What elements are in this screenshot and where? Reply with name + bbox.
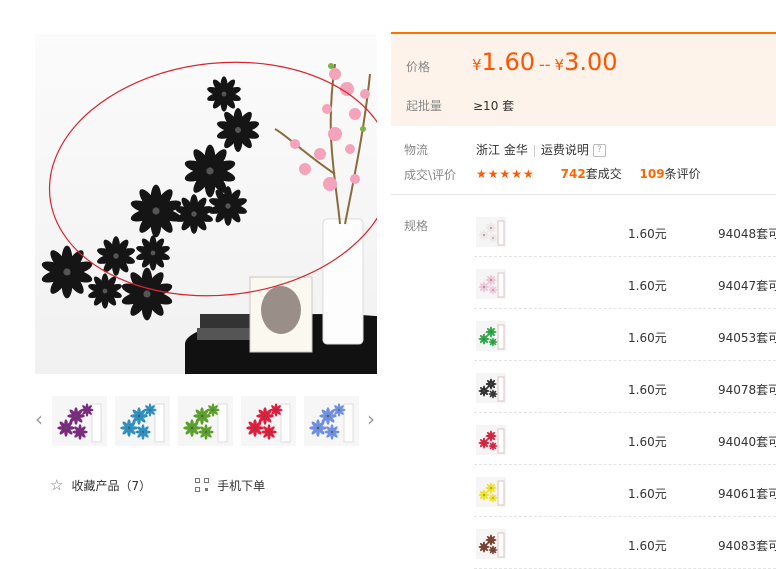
product-photo-illustration bbox=[41, 63, 377, 374]
moq-value: ≥10 套 bbox=[473, 99, 515, 113]
qr-code-icon bbox=[195, 478, 210, 492]
spec-thumbnail-image bbox=[478, 480, 505, 506]
spec-thumbnail-image bbox=[478, 324, 505, 350]
spec-price: 1.60元 bbox=[628, 539, 667, 553]
price-min: 1.60 bbox=[481, 48, 535, 76]
spec-thumbnail[interactable] bbox=[476, 425, 506, 455]
thumbnail-image bbox=[120, 403, 165, 443]
spec-stock: 94040套可 bbox=[718, 435, 776, 449]
price-max: 3.00 bbox=[564, 48, 618, 76]
spec-row[interactable]: 1.60元 94048套可 bbox=[474, 205, 776, 257]
spec-row[interactable]: 1.60元 94040套可 bbox=[474, 413, 776, 465]
thumbnail-next-arrow[interactable]: › bbox=[364, 405, 378, 433]
thumbnail-strip bbox=[52, 396, 359, 446]
price-range: ¥1.60 -- ¥3.00 bbox=[472, 48, 618, 76]
main-product-image[interactable] bbox=[35, 34, 377, 374]
deals-label: 成交\评价 bbox=[404, 168, 457, 182]
price-label: 价格 bbox=[406, 60, 431, 74]
spec-label: 规格 bbox=[404, 219, 429, 233]
deal-count-unit: 套成交 bbox=[585, 167, 622, 181]
spec-row[interactable]: 1.60元 94078套可 bbox=[474, 361, 776, 413]
review-count-unit: 条评价 bbox=[664, 167, 701, 181]
thumbnail-image bbox=[246, 403, 291, 443]
spec-stock: 94078套可 bbox=[718, 383, 776, 397]
deals-info: ★★★★★ 742套成交 109条评价 bbox=[476, 165, 701, 182]
thumbnail-image bbox=[183, 403, 228, 443]
divider bbox=[391, 194, 776, 195]
review-count[interactable]: 109 bbox=[640, 167, 665, 181]
spec-thumbnail-image bbox=[478, 532, 505, 558]
spec-stock: 94047套可 bbox=[718, 279, 776, 293]
spec-stock: 94053套可 bbox=[718, 331, 776, 345]
thumbnail-image bbox=[57, 403, 102, 443]
spec-row[interactable]: 1.60元 94047套可 bbox=[474, 257, 776, 309]
spec-price: 1.60元 bbox=[628, 331, 667, 345]
spec-thumbnail[interactable] bbox=[476, 373, 506, 403]
spec-thumbnail[interactable] bbox=[476, 321, 506, 351]
help-icon[interactable]: ? bbox=[592, 144, 606, 157]
spec-thumbnail-image bbox=[478, 272, 505, 298]
thumbnail-5[interactable] bbox=[304, 396, 359, 446]
spec-price: 1.60元 bbox=[628, 487, 667, 501]
thumbnail-3[interactable] bbox=[178, 396, 233, 446]
logistics-info: 浙江 金华 运费说明? bbox=[476, 141, 606, 158]
product-actions: ☆ 收藏产品（7） 手机下单 bbox=[50, 476, 265, 494]
spec-row[interactable]: 1.60元 94083套可 bbox=[474, 517, 776, 569]
star-outline-icon: ☆ bbox=[50, 476, 64, 494]
spec-price: 1.60元 bbox=[628, 279, 667, 293]
spec-thumbnail[interactable] bbox=[476, 269, 506, 299]
spec-list: 1.60元 94048套可 1.60元 94047套可 1.60元 94053套可 1… bbox=[474, 205, 776, 569]
spec-price: 1.60元 bbox=[628, 435, 667, 449]
thumbnail-image bbox=[309, 403, 354, 443]
spec-stock: 94083套可 bbox=[718, 539, 776, 553]
spec-row[interactable]: 1.60元 94053套可 bbox=[474, 309, 776, 361]
currency-symbol: ¥ bbox=[554, 56, 565, 74]
spec-thumbnail[interactable] bbox=[476, 529, 506, 559]
shipping-info-link[interactable]: 运费说明 bbox=[541, 143, 589, 157]
thumbnail-4[interactable] bbox=[241, 396, 296, 446]
favorite-button[interactable]: ☆ 收藏产品（7） bbox=[50, 476, 151, 494]
spec-thumbnail-image bbox=[478, 428, 505, 454]
favorite-label: 收藏产品（7） bbox=[71, 478, 152, 493]
thumbnail-prev-arrow[interactable]: ‹ bbox=[32, 405, 46, 433]
thumbnail-1[interactable] bbox=[52, 396, 107, 446]
spec-row[interactable]: 1.60元 94061套可 bbox=[474, 465, 776, 517]
spec-price: 1.60元 bbox=[628, 383, 667, 397]
logistics-label: 物流 bbox=[404, 143, 429, 157]
moq-label: 起批量 bbox=[406, 99, 443, 113]
deal-count: 742 bbox=[560, 167, 586, 181]
spec-thumbnail-image bbox=[478, 220, 505, 246]
spec-thumbnail-image bbox=[478, 376, 505, 402]
spec-stock: 94048套可 bbox=[718, 227, 776, 241]
mobile-order-button[interactable]: 手机下单 bbox=[195, 476, 265, 494]
mobile-order-label: 手机下单 bbox=[217, 478, 266, 493]
price-panel: 价格 ¥1.60 -- ¥3.00 起批量 ≥10 套 bbox=[391, 32, 776, 126]
spec-thumbnail[interactable] bbox=[476, 477, 506, 507]
spec-stock: 94061套可 bbox=[718, 487, 776, 501]
thumbnail-2[interactable] bbox=[115, 396, 170, 446]
ship-from-location: 浙江 金华 bbox=[476, 143, 528, 157]
spec-thumbnail[interactable] bbox=[476, 217, 506, 247]
currency-symbol: ¥ bbox=[472, 56, 482, 74]
rating-stars: ★★★★★ bbox=[476, 167, 535, 181]
price-dash: -- bbox=[538, 55, 551, 74]
spec-price: 1.60元 bbox=[628, 227, 667, 241]
